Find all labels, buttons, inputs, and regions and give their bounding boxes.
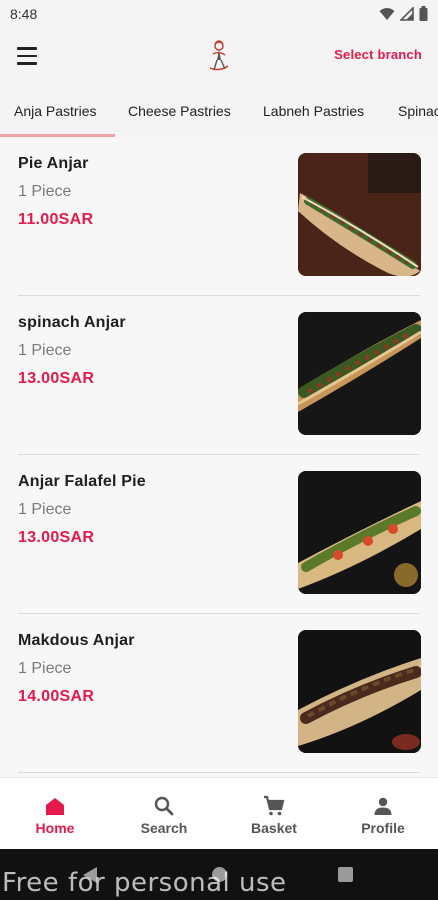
select-branch-button[interactable]: Select branch (334, 47, 422, 62)
nav-search[interactable]: Search (109, 778, 219, 850)
nav-label: Search (140, 820, 188, 836)
list-item[interactable]: spinach Anjar 1 Piece 13.00SAR (0, 296, 438, 455)
app-bar: Select branch (0, 28, 438, 86)
nav-basket[interactable]: Basket (219, 778, 329, 850)
product-name: Makdous Anjar (18, 632, 135, 649)
search-icon (154, 796, 174, 816)
product-price: 11.00SAR (18, 211, 94, 228)
bottom-navigation: Home Search Basket Profile (0, 777, 438, 849)
product-list: Pie Anjar 1 Piece 11.00SAR spinach Anjar… (0, 137, 438, 777)
list-item[interactable]: Anjar Falafel Pie 1 Piece 13.00SAR (0, 455, 438, 614)
product-name: Anjar Falafel Pie (18, 473, 146, 490)
nav-home[interactable]: Home (0, 778, 110, 850)
nav-profile[interactable]: Profile (328, 778, 438, 850)
list-item[interactable]: Pie Anjar 1 Piece 11.00SAR (0, 137, 438, 296)
product-quantity: 1 Piece (18, 660, 72, 677)
nav-label: Profile (361, 820, 405, 836)
list-item[interactable]: Makdous Anjar 1 Piece 14.00SAR (0, 614, 438, 773)
product-quantity: 1 Piece (18, 342, 72, 359)
watermark: Free for personal use (2, 868, 287, 898)
hamburger-menu-icon[interactable] (14, 43, 40, 69)
nav-label: Basket (251, 820, 297, 836)
product-image (298, 312, 421, 435)
product-image (298, 471, 421, 594)
product-price: 13.00SAR (18, 529, 95, 546)
tab-anja-pastries[interactable]: Anja Pastries (14, 86, 96, 136)
product-price: 14.00SAR (18, 688, 95, 705)
status-icons (379, 6, 428, 21)
tab-labneh-pastries[interactable]: Labneh Pastries (263, 86, 364, 136)
product-image (298, 153, 421, 276)
product-quantity: 1 Piece (18, 183, 72, 200)
nav-label: Home (35, 820, 75, 836)
profile-icon (374, 797, 392, 815)
cart-icon (264, 795, 285, 816)
home-icon (46, 798, 64, 815)
divider (18, 772, 420, 773)
status-bar: 8:48 (0, 0, 438, 28)
product-quantity: 1 Piece (18, 501, 72, 518)
signal-icon (400, 6, 414, 21)
product-image (298, 630, 421, 753)
wifi-icon (379, 7, 395, 20)
recent-apps-icon[interactable] (338, 867, 353, 882)
status-time: 8:48 (10, 6, 38, 22)
tab-spinach[interactable]: Spinac (398, 86, 438, 136)
product-name: spinach Anjar (18, 314, 126, 331)
tab-cheese-pastries[interactable]: Cheese Pastries (128, 86, 231, 136)
battery-icon (419, 6, 428, 21)
category-tabs: Anja Pastries Cheese Pastries Labneh Pas… (0, 86, 438, 136)
product-price: 13.00SAR (18, 370, 95, 387)
chef-logo-icon (209, 40, 229, 71)
product-name: Pie Anjar (18, 155, 89, 172)
